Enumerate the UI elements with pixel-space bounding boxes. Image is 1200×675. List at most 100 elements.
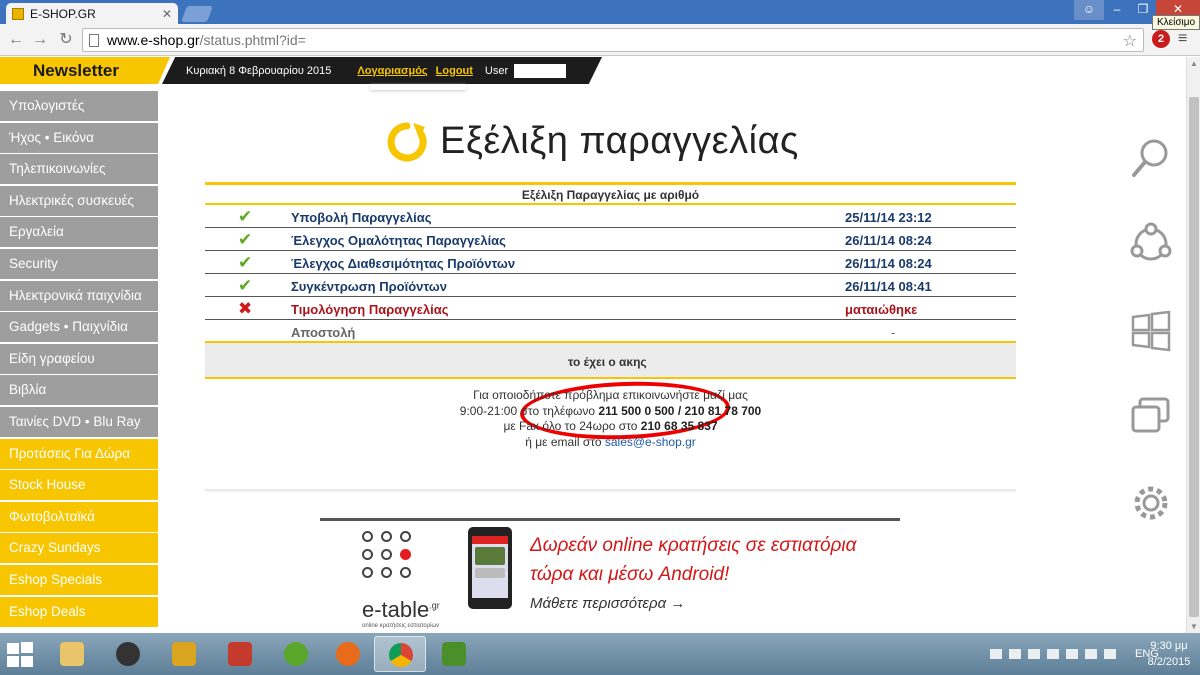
sidebar-item[interactable]: Ήχος • Εικόνα [0, 122, 158, 153]
step-label: Υποβολή Παραγγελίας [291, 210, 432, 225]
menu-icon[interactable]: ≡ [1178, 30, 1187, 48]
sidebar-item[interactable]: Τηλεπικοινωνίες [0, 154, 158, 185]
sidebar-item[interactable]: Security [0, 248, 158, 279]
sidebar-item[interactable]: Ηλεκτρικές συσκευές [0, 185, 158, 216]
back-arrow-icon[interactable]: ← [6, 30, 26, 50]
step-label: Συγκέντρωση Προϊόντων [291, 279, 448, 294]
page-scrollbar[interactable]: ▲ ▼ [1186, 57, 1200, 633]
step-label: Τιμολόγηση Παραγγελίας [291, 302, 449, 317]
windows-taskbar: ENG 9:30 μμ 8/2/2015 [0, 633, 1200, 675]
fax-prefix: με Fax όλο το 24ωρο στο [503, 419, 638, 433]
network-icon[interactable] [1128, 221, 1174, 267]
sidebar-item[interactable]: Εργαλεία [0, 217, 158, 248]
current-date: Κυριακή 8 Φεβρουαρίου 2015 [186, 64, 332, 77]
phone-image [468, 527, 512, 609]
sidebar-item[interactable]: Είδη γραφείου [0, 343, 158, 374]
tray-network-icon[interactable] [1085, 649, 1097, 659]
tray-arrow-icon[interactable] [990, 649, 1002, 659]
account-link[interactable]: Λογαριασμός [357, 65, 427, 77]
newsletter-button[interactable]: Newsletter [0, 57, 170, 84]
order-step-row: ✔ Έλεγχος Διαθεσιμότητας Προϊόντων 26/11/1… [205, 251, 1016, 274]
url-path: /status.phtml?id= [199, 32, 306, 48]
checkmark-icon: ✔ [238, 207, 253, 226]
logo-dot [381, 567, 392, 578]
reload-icon[interactable]: ↻ [56, 30, 76, 50]
cross-icon: ✖ [238, 299, 253, 318]
step-time: 26/11/14 08:41 [845, 279, 932, 294]
step-time: - [891, 325, 896, 340]
tray-flag-icon[interactable] [1066, 649, 1078, 659]
browser-titlebar: E-SHOP.GR ✕ ☺ – ❐ ✕ [0, 0, 1200, 24]
email-prefix: ή με email στο [525, 434, 602, 449]
tray-app-icon[interactable] [1047, 649, 1059, 659]
sidebar-item[interactable]: Βιβλία [0, 375, 158, 406]
start-button-icon[interactable] [6, 641, 34, 667]
site-header: Newsletter Κυριακή 8 Φεβρουαρίου 2015 Λο… [0, 57, 602, 84]
redacted-username [514, 63, 567, 78]
scroll-up-icon[interactable]: ▲ [1187, 59, 1200, 68]
utorrent-icon[interactable] [270, 636, 322, 672]
file-explorer-icon[interactable] [46, 636, 98, 672]
logo-subtitle: online κρατήσεις εστιατορίων [362, 623, 440, 629]
browser-tab[interactable]: E-SHOP.GR ✕ [6, 3, 178, 24]
sidebar-item[interactable]: Crazy Sundays [0, 533, 158, 564]
step-label: Έλεγχος Διαθεσιμότητας Προϊόντων [291, 256, 516, 271]
banner-headline-2: τώρα και μέσω Android! [530, 564, 730, 585]
etable-banner[interactable]: e-table.gr online κρατήσεις εστιατορίων … [320, 518, 900, 633]
order-step-row: ✔ Συγκέντρωση Προϊόντων 26/11/14 08:41 [205, 274, 1016, 297]
phone-numbers: 211 500 0 500 / 210 81 78 700 [598, 403, 762, 418]
user-label: User [484, 64, 509, 77]
new-tab-button[interactable] [181, 6, 213, 22]
sidebar-item[interactable]: Ηλεκτρονικά παιχνίδια [0, 280, 158, 311]
checkmark-icon: ✔ [238, 253, 253, 272]
step-time: ματαιώθηκε [845, 302, 918, 317]
etable-logo-text: e-table.gr [362, 597, 440, 623]
contact-info: Για οποιοδήποτε πρόβλημα επικοινωνήστε μ… [205, 388, 1016, 450]
tray-battery-icon[interactable] [1028, 649, 1040, 659]
checkmark-icon: ✔ [238, 230, 253, 249]
sidebar-item[interactable]: Ταινίες DVD • Blu Ray [0, 406, 158, 437]
refresh-circle-icon [386, 121, 428, 163]
order-step-row: Αποστολή - [205, 320, 1016, 343]
minimize-button[interactable]: – [1104, 0, 1130, 20]
sidebar-item[interactable]: Eshop Specials [0, 564, 158, 595]
network-tool-icon[interactable] [158, 636, 210, 672]
sidebar-item[interactable]: Υπολογιστές [0, 91, 158, 121]
scrollbar-thumb[interactable] [1189, 97, 1199, 617]
content-divider [205, 489, 1016, 493]
order-note: το έχει ο ακης [568, 355, 647, 369]
sidebar-item[interactable]: Προτάσεις Για Δώρα [0, 438, 158, 469]
learn-more-link[interactable]: Μάθετε περισσότερα → [530, 595, 685, 612]
devices-icon[interactable] [1128, 393, 1174, 439]
tray-signal-icon[interactable] [1009, 649, 1021, 659]
sidebar-item[interactable]: Stock House [0, 470, 158, 501]
address-bar[interactable]: www.e-shop.gr /status.phtml?id= ☆ [82, 28, 1144, 52]
etable-logo: e-table.gr online κρατήσεις εστιατορίων [338, 531, 448, 629]
bookmark-star-icon[interactable]: ☆ [1123, 31, 1137, 51]
chrome-icon[interactable] [374, 636, 426, 672]
sidebar-item[interactable]: Gadgets • Παιχνίδια [0, 312, 158, 343]
logout-link[interactable]: Logout [436, 65, 473, 77]
settings-app-icon[interactable] [102, 636, 154, 672]
forward-arrow-icon[interactable]: → [30, 30, 50, 50]
logo-dot-red [400, 549, 411, 560]
firefox-icon[interactable] [322, 636, 374, 672]
email-link[interactable]: sales@e-shop.gr [605, 435, 696, 449]
tray-volume-icon[interactable] [1104, 649, 1116, 659]
search-icon[interactable] [1128, 135, 1174, 181]
clock-time: 9:30 μμ [1150, 640, 1188, 652]
profile-icon[interactable]: ☺ [1074, 0, 1104, 20]
sidebar-item[interactable]: Φωτοβολταϊκά [0, 501, 158, 532]
extension-badge-icon[interactable]: 2 [1152, 30, 1170, 48]
wifi-app-icon[interactable] [428, 636, 480, 672]
logo-dot [381, 549, 392, 560]
windows-icon[interactable] [1128, 308, 1174, 354]
clock-date: 8/2/2015 [1147, 656, 1191, 668]
settings-icon[interactable] [1128, 480, 1174, 526]
tab-close-icon[interactable]: ✕ [162, 7, 172, 21]
taskbar-clock[interactable]: 9:30 μμ 8/2/2015 [1145, 638, 1193, 670]
sidebar-item[interactable]: Eshop Deals [0, 596, 158, 627]
scroll-down-icon[interactable]: ▼ [1187, 622, 1200, 631]
redaction-strip [370, 84, 466, 90]
remote-desktop-icon[interactable] [214, 636, 266, 672]
